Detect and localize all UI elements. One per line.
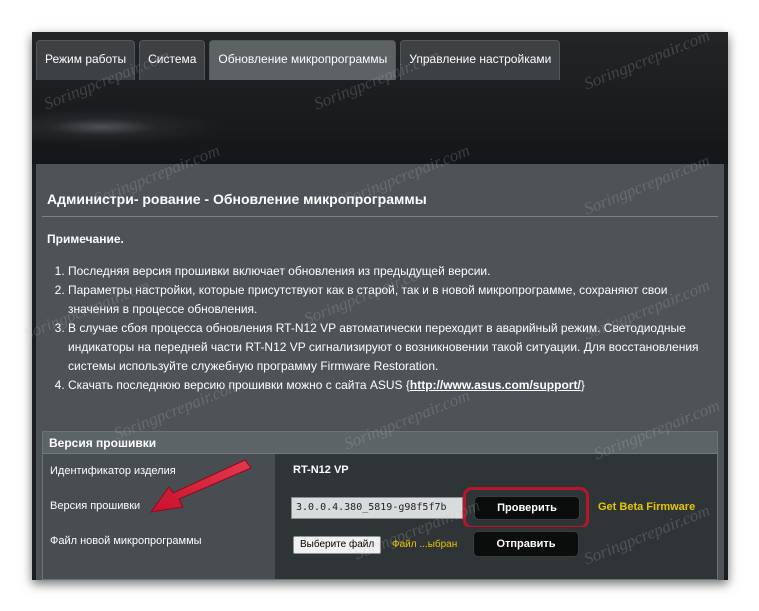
red-pointer-arrow-icon xyxy=(149,459,252,513)
note-item: В случае сбоя процесса обновления RT-N12… xyxy=(68,319,708,376)
header-banner: Режим работы Система Обновление микропро… xyxy=(32,32,728,164)
firmware-version-table: Версия прошивки Идентификатор изделия RT… xyxy=(42,431,718,580)
tab-system[interactable]: Система xyxy=(139,40,206,80)
tab-operation-mode[interactable]: Режим работы xyxy=(36,40,136,80)
table-row: Файл новой микропрограммы Выберите файл … xyxy=(43,527,717,579)
new-firmware-file-label: Файл новой микропрограммы xyxy=(43,527,275,579)
file-status-text: Файл ...ыбран xyxy=(392,539,458,550)
firmware-upgrade-panel: Администри- рование - Обновление микропр… xyxy=(36,164,724,580)
firmware-section-header: Версия прошивки xyxy=(43,432,717,454)
tab-bar: Режим работы Система Обновление микропро… xyxy=(36,40,561,80)
note-item: Последняя версия прошивки включает обнов… xyxy=(68,262,708,281)
router-admin-window: Режим работы Система Обновление микропро… xyxy=(32,32,728,580)
tab-firmware-upgrade[interactable]: Обновление микропрограммы xyxy=(209,40,397,80)
notes-list: Последняя версия прошивки включает обнов… xyxy=(56,262,708,395)
beta-firmware-link[interactable]: Get Beta Firmware xyxy=(598,501,695,513)
product-id-value: RT-N12 VP xyxy=(293,464,349,476)
note-item: Параметры настройки, которые присутствую… xyxy=(68,281,708,319)
tab-settings-management[interactable]: Управление настройками xyxy=(400,40,561,80)
upload-button[interactable]: Отправить xyxy=(473,531,579,557)
page-title: Администри- рование - Обновление микропр… xyxy=(47,191,427,207)
firmware-version-field: 3.0.0.4.380_5819-g98f5f7b xyxy=(291,497,463,519)
choose-file-button[interactable]: Выберите файл xyxy=(293,536,382,554)
note-heading: Примечание. xyxy=(47,232,124,246)
asus-support-link[interactable]: http://www.asus.com/support/ xyxy=(410,378,581,392)
check-update-button[interactable]: Проверить xyxy=(474,496,580,520)
note-item: Скачать последнюю версию прошивки можно … xyxy=(68,376,708,395)
title-divider xyxy=(42,216,718,217)
